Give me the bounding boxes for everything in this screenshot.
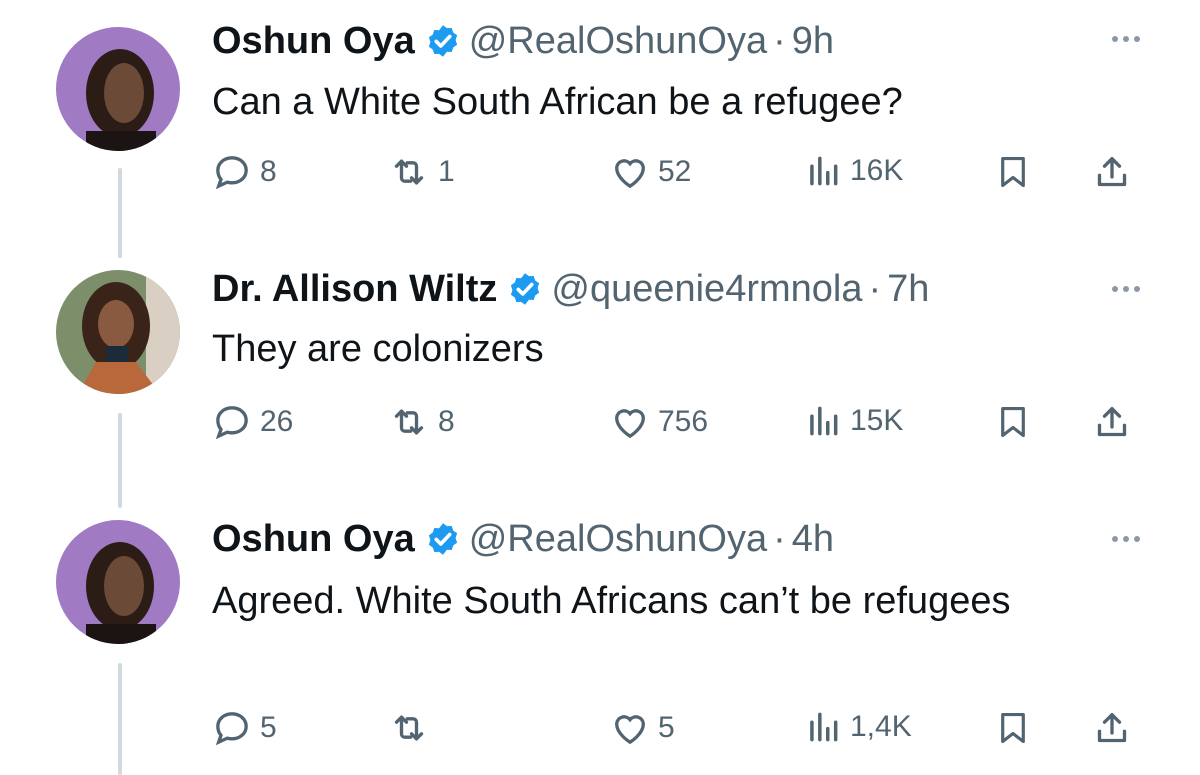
author-name[interactable]: Oshun Oya: [212, 20, 415, 63]
thread-line: [118, 168, 122, 258]
views-count: 15K: [850, 404, 904, 437]
timestamp[interactable]: 7h: [887, 268, 929, 311]
reply-icon: [212, 152, 252, 192]
avatar-image-icon: [56, 520, 180, 644]
like-count: 52: [658, 155, 692, 188]
more-icon[interactable]: [1112, 36, 1140, 42]
tweet-text: Agreed. White South Africans can’t be re…: [212, 580, 1011, 622]
tweet-3[interactable]: Oshun Oya @RealOshunOya · 4h Agreed. Whi…: [0, 508, 1200, 775]
timestamp[interactable]: 9h: [792, 20, 834, 63]
tweet-text: They are colonizers: [212, 328, 544, 370]
views-button[interactable]: 1,4K: [804, 708, 912, 746]
avatar[interactable]: [56, 270, 180, 394]
share-icon: [1092, 708, 1132, 748]
avatar-image-icon: [56, 27, 180, 151]
reply-icon: [212, 402, 252, 442]
views-icon: [804, 152, 842, 190]
retweet-button[interactable]: [388, 708, 438, 748]
reply-count: 5: [260, 711, 277, 744]
separator: ·: [773, 517, 786, 560]
bookmark-icon: [994, 708, 1032, 748]
retweet-button[interactable]: 8: [388, 402, 455, 442]
like-count: 756: [658, 405, 709, 438]
thread-line: [118, 413, 122, 508]
retweet-icon: [388, 402, 430, 442]
like-icon: [610, 708, 650, 748]
avatar-image-icon: [56, 270, 180, 394]
like-button[interactable]: 756: [610, 402, 708, 442]
bookmark-icon: [994, 402, 1032, 442]
views-icon: [804, 402, 842, 440]
retweet-count: 1: [438, 155, 455, 188]
author-handle[interactable]: @queenie4rmnola: [551, 268, 862, 311]
verified-badge-icon: [507, 271, 543, 307]
tweet-2[interactable]: Dr. Allison Wiltz @queenie4rmnola · 7h T…: [0, 258, 1200, 508]
views-count: 16K: [850, 154, 904, 187]
reply-count: 26: [260, 405, 294, 438]
retweet-count: 8: [438, 405, 455, 438]
reply-icon: [212, 708, 252, 748]
reply-button[interactable]: 26: [212, 402, 293, 442]
reply-button[interactable]: 8: [212, 152, 277, 192]
share-button[interactable]: [1092, 152, 1132, 192]
verified-badge-icon: [425, 521, 461, 557]
like-button[interactable]: 5: [610, 708, 675, 748]
reply-count: 8: [260, 155, 277, 188]
separator: ·: [773, 19, 786, 62]
bookmark-button[interactable]: [994, 402, 1032, 442]
bookmark-icon: [994, 152, 1032, 192]
views-button[interactable]: 16K: [804, 152, 903, 190]
retweet-icon: [388, 152, 430, 192]
timestamp[interactable]: 4h: [792, 518, 834, 561]
share-icon: [1092, 402, 1132, 442]
like-icon: [610, 402, 650, 442]
author-handle[interactable]: @RealOshunOya: [469, 20, 767, 63]
author-name[interactable]: Oshun Oya: [212, 518, 415, 561]
share-button[interactable]: [1092, 402, 1132, 442]
reply-button[interactable]: 5: [212, 708, 277, 748]
like-count: 5: [658, 711, 675, 744]
bookmark-button[interactable]: [994, 708, 1032, 748]
avatar[interactable]: [56, 520, 180, 644]
author-handle[interactable]: @RealOshunOya: [469, 518, 767, 561]
like-icon: [610, 152, 650, 192]
thread-line: [118, 663, 122, 775]
share-button[interactable]: [1092, 708, 1132, 748]
verified-badge-icon: [425, 23, 461, 59]
tweet-1[interactable]: Oshun Oya @RealOshunOya · 9h Can a White…: [0, 0, 1200, 258]
avatar[interactable]: [56, 27, 180, 151]
tweet-text: Can a White South African be a refugee?: [212, 81, 903, 123]
author-name[interactable]: Dr. Allison Wiltz: [212, 268, 497, 311]
retweet-icon: [388, 708, 430, 748]
bookmark-button[interactable]: [994, 152, 1032, 192]
share-icon: [1092, 152, 1132, 192]
views-button[interactable]: 15K: [804, 402, 903, 440]
more-icon[interactable]: [1112, 536, 1140, 542]
like-button[interactable]: 52: [610, 152, 691, 192]
more-icon[interactable]: [1112, 286, 1140, 292]
views-count: 1,4K: [850, 710, 912, 743]
views-icon: [804, 708, 842, 746]
retweet-button[interactable]: 1: [388, 152, 455, 192]
separator: ·: [868, 267, 882, 310]
